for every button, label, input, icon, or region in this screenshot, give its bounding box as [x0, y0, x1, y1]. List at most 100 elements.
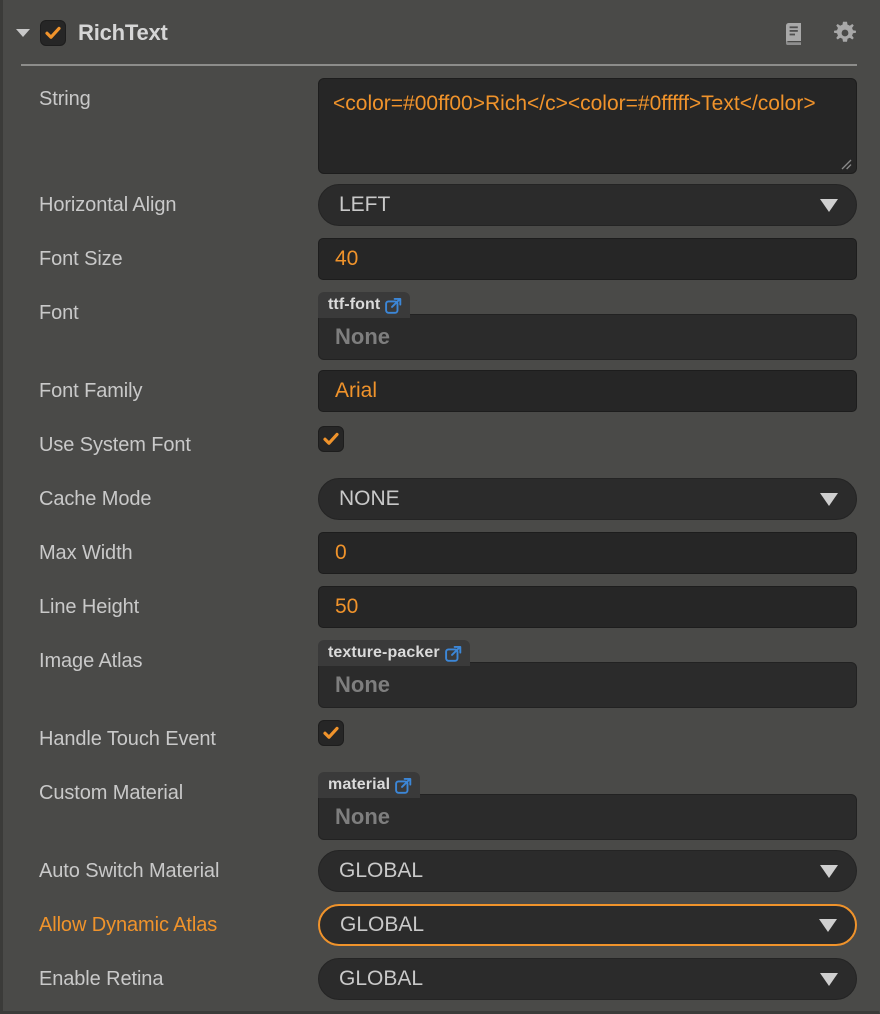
label-max-width: Max Width [3, 532, 318, 565]
label-enable-retina: Enable Retina [3, 958, 318, 991]
field-container-line-height: 50 [318, 586, 857, 628]
dropdown-value-enable-retina: GLOBAL [339, 967, 820, 991]
dropdown-value-auto-switch-material: GLOBAL [339, 859, 820, 883]
dropdown-enable-retina[interactable]: GLOBAL [318, 958, 857, 1000]
field-container-custom-material: material None [318, 772, 857, 840]
label-horizontal-align: Horizontal Align [3, 184, 318, 217]
chevron-down-icon [820, 493, 838, 506]
label-line-height: Line Height [3, 586, 318, 619]
input-value-max-width: 0 [335, 541, 347, 565]
input-font-size[interactable]: 40 [318, 238, 857, 280]
component-header: RichText [3, 0, 879, 66]
property-row-enable-retina: Enable Retina GLOBAL [3, 958, 879, 1002]
field-container-use-system-font [318, 424, 857, 452]
dropdown-value-cache-mode: NONE [339, 487, 820, 511]
property-row-cache-mode: Cache Mode NONE [3, 478, 879, 522]
textarea-string[interactable]: <color=#00ff00>Rich</c><color=#0fffff>Te… [318, 78, 857, 174]
label-cache-mode: Cache Mode [3, 478, 318, 511]
asset-field-image-atlas: texture-packer None [318, 640, 857, 708]
asset-type-label-font: ttf-font [328, 296, 380, 314]
dropdown-value-horizontal-align: LEFT [339, 193, 820, 217]
field-container-auto-switch-material: GLOBAL [318, 850, 857, 892]
asset-type-tab-custom-material: material [318, 772, 420, 798]
label-string: String [3, 78, 318, 111]
chevron-down-icon [820, 865, 838, 878]
property-row-string: String <color=#00ff00>Rich</c><color=#0ff… [3, 78, 879, 174]
label-allow-dynamic-atlas: Allow Dynamic Atlas [3, 904, 318, 937]
gear-icon[interactable] [833, 21, 857, 45]
dropdown-value-allow-dynamic-atlas: GLOBAL [340, 913, 819, 937]
asset-drop-font[interactable]: None [318, 314, 857, 360]
page-title: RichText [78, 20, 168, 46]
field-container-handle-touch-event [318, 718, 857, 746]
field-container-font-size: 40 [318, 238, 857, 280]
input-font-family[interactable]: Arial [318, 370, 857, 412]
field-container-cache-mode: NONE [318, 478, 857, 520]
property-row-horizontal-align: Horizontal Align LEFT [3, 184, 879, 228]
property-rows: String <color=#00ff00>Rich</c><color=#0ff… [3, 66, 879, 1002]
input-max-width[interactable]: 0 [318, 532, 857, 574]
external-link-icon[interactable] [385, 297, 402, 314]
property-row-font: Font ttf-font None [3, 292, 879, 360]
label-auto-switch-material: Auto Switch Material [3, 850, 318, 883]
property-row-max-width: Max Width 0 [3, 532, 879, 576]
field-container-string: <color=#00ff00>Rich</c><color=#0fffff>Te… [318, 78, 857, 174]
header-actions [783, 21, 857, 45]
resize-handle[interactable] [838, 156, 852, 170]
external-link-icon[interactable] [395, 777, 412, 794]
asset-value-font: None [335, 324, 390, 350]
asset-type-tab-image-atlas: texture-packer [318, 640, 470, 666]
checkbox-handle-touch-event[interactable] [318, 720, 344, 746]
property-row-font-size: Font Size 40 [3, 238, 879, 282]
checkbox-use-system-font[interactable] [318, 426, 344, 452]
input-value-line-height: 50 [335, 595, 358, 619]
field-container-max-width: 0 [318, 532, 857, 574]
dropdown-horizontal-align[interactable]: LEFT [318, 184, 857, 226]
asset-type-label-custom-material: material [328, 776, 390, 794]
asset-field-custom-material: material None [318, 772, 857, 840]
property-row-image-atlas: Image Atlas texture-packer None [3, 640, 879, 708]
label-font: Font [3, 292, 318, 325]
input-line-height[interactable]: 50 [318, 586, 857, 628]
property-row-handle-touch-event: Handle Touch Event [3, 718, 879, 762]
chevron-down-icon [819, 919, 837, 932]
dropdown-cache-mode[interactable]: NONE [318, 478, 857, 520]
textarea-value-string: <color=#00ff00>Rich</c><color=#0fffff>Te… [333, 89, 842, 118]
label-font-family: Font Family [3, 370, 318, 403]
field-container-font: ttf-font None [318, 292, 857, 360]
book-icon[interactable] [783, 21, 805, 45]
triangle-down-icon[interactable] [16, 29, 30, 37]
dropdown-auto-switch-material[interactable]: GLOBAL [318, 850, 857, 892]
dropdown-allow-dynamic-atlas[interactable]: GLOBAL [318, 904, 857, 946]
header-divider [21, 64, 857, 66]
field-container-font-family: Arial [318, 370, 857, 412]
checkmark-icon [44, 24, 62, 42]
asset-type-tab-font: ttf-font [318, 292, 410, 318]
property-row-allow-dynamic-atlas: Allow Dynamic Atlas GLOBAL [3, 904, 879, 948]
checkmark-icon [322, 430, 340, 448]
property-row-auto-switch-material: Auto Switch Material GLOBAL [3, 850, 879, 894]
asset-drop-image-atlas[interactable]: None [318, 662, 857, 708]
field-container-enable-retina: GLOBAL [318, 958, 857, 1000]
input-value-font-size: 40 [335, 247, 358, 271]
asset-value-custom-material: None [335, 804, 390, 830]
asset-field-font: ttf-font None [318, 292, 857, 360]
label-use-system-font: Use System Font [3, 424, 318, 457]
field-container-allow-dynamic-atlas: GLOBAL [318, 904, 857, 946]
asset-type-label-image-atlas: texture-packer [328, 644, 440, 662]
label-custom-material: Custom Material [3, 772, 318, 805]
chevron-down-icon [820, 973, 838, 986]
label-handle-touch-event: Handle Touch Event [3, 718, 318, 751]
asset-drop-custom-material[interactable]: None [318, 794, 857, 840]
component-enabled-checkbox[interactable] [40, 20, 66, 46]
field-container-image-atlas: texture-packer None [318, 640, 857, 708]
input-value-font-family: Arial [335, 379, 377, 403]
label-font-size: Font Size [3, 238, 318, 271]
asset-value-image-atlas: None [335, 672, 390, 698]
field-container-horizontal-align: LEFT [318, 184, 857, 226]
external-link-icon[interactable] [445, 645, 462, 662]
property-row-custom-material: Custom Material material None [3, 772, 879, 840]
richtext-inspector-panel: RichText String <color=#00ff00>Rich</c><c… [0, 0, 880, 1014]
label-image-atlas: Image Atlas [3, 640, 318, 673]
checkmark-icon [322, 724, 340, 742]
